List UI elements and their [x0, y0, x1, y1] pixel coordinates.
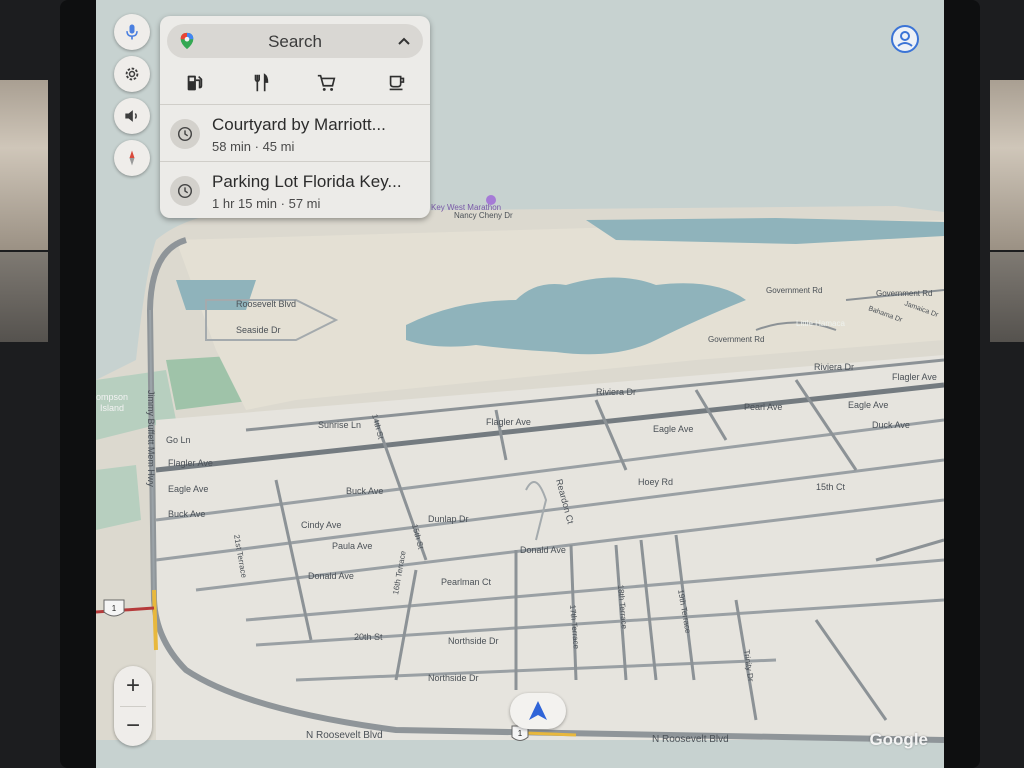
current-location-marker[interactable] — [510, 693, 566, 729]
sound-button[interactable] — [114, 98, 150, 134]
history-icon — [170, 119, 200, 149]
label-government-2: Government Rd — [876, 289, 932, 298]
label-flagler-mid: Flagler Ave — [486, 417, 531, 427]
label-buck-left: Buck Ave — [168, 509, 205, 519]
label-flagler-right: Flagler Ave — [892, 372, 937, 382]
label-little-hamaca: Little Hamaca — [796, 319, 845, 328]
label-dunlap: Dunlap Dr — [428, 514, 469, 524]
label-eagle-mid: Eagle Ave — [653, 424, 693, 434]
label-seaside: Seaside Dr — [236, 325, 281, 335]
label-go-ln: Go Ln — [166, 435, 191, 445]
label-duck: Duck Ave — [872, 420, 910, 430]
label-roosevelt-bottom-left: N Roosevelt Blvd — [306, 730, 383, 741]
voice-button[interactable] — [114, 14, 150, 50]
zoom-control: + − — [114, 666, 152, 746]
recent-destination-2[interactable]: Parking Lot Florida Key... 1 hr 15 min ·… — [160, 162, 430, 218]
label-riviera-right: Riviera Dr — [814, 362, 854, 372]
grocery-button[interactable] — [314, 70, 340, 96]
chevron-up-icon[interactable] — [397, 35, 411, 47]
microphone-icon — [126, 24, 138, 40]
label-thompson: ompson — [96, 392, 128, 402]
dashboard-trim-right-lower — [990, 252, 1024, 342]
coffee-button[interactable] — [384, 70, 410, 96]
label-cindy: Cindy Ave — [301, 520, 341, 530]
us1-shield-left: 1 — [103, 599, 125, 617]
gas-station-button[interactable] — [182, 70, 208, 96]
search-label: Search — [268, 32, 322, 51]
recent-destination-1[interactable]: Courtyard by Marriott... 58 min · 45 mi — [160, 105, 430, 161]
label-jimmy-buffett: Jimmy Buffett Mem Hwy — [146, 390, 156, 487]
label-15th-ct: 15th Ct — [816, 482, 846, 492]
label-government-3: Government Rd — [708, 335, 764, 344]
map-screen[interactable]: 1 1 Key West Marathon Jimmy Buffett Mem … — [96, 0, 944, 768]
label-roosevelt-top: Roosevelt Blvd — [236, 299, 296, 309]
label-roosevelt-bottom-right: N Roosevelt Blvd — [652, 734, 729, 745]
label-hoey: Hoey Rd — [638, 477, 673, 487]
label-riviera-mid: Riviera Dr — [596, 387, 636, 397]
label-government-1: Government Rd — [766, 286, 822, 295]
label-donald-left: Donald Ave — [308, 571, 354, 581]
label-eagle-left: Eagle Ave — [168, 484, 208, 494]
restaurant-button[interactable] — [248, 70, 274, 96]
search-panel: Search Courtyard by Marriott... 58 min ·… — [160, 16, 430, 218]
label-pearl: Pearl Ave — [744, 402, 782, 412]
gear-icon — [125, 67, 139, 81]
settings-button[interactable] — [114, 56, 150, 92]
restaurant-icon — [254, 73, 269, 92]
label-northside-mid: Northside Dr — [448, 636, 499, 646]
label-buck-mid: Buck Ave — [346, 486, 383, 496]
gas-station-icon — [187, 75, 203, 91]
compass-icon — [129, 150, 135, 166]
route-number-bottom: 1 — [518, 729, 523, 738]
dashboard-trim-left — [0, 80, 48, 250]
zoom-in-button[interactable]: + — [114, 666, 152, 706]
zoom-out-button[interactable]: − — [114, 706, 152, 746]
label-pearlman: Pearlman Ct — [441, 577, 492, 587]
label-paula: Paula Ave — [332, 541, 372, 551]
navigation-arrow-icon — [529, 701, 547, 720]
compass-button[interactable] — [114, 140, 150, 176]
route-number-left: 1 — [112, 604, 117, 613]
label-eagle-right: Eagle Ave — [848, 400, 888, 410]
label-20th-st: 20th St — [354, 632, 383, 642]
label-flagler-left: Flagler Ave — [168, 458, 213, 468]
recent-name: Courtyard by Marriott... — [212, 115, 386, 134]
category-row — [160, 68, 430, 100]
dashboard-trim-right — [990, 80, 1024, 250]
coffee-icon — [389, 75, 405, 91]
label-donald-mid: Donald Ave — [520, 545, 566, 555]
label-island: Island — [100, 403, 124, 413]
label-sunrise: Sunrise Ln — [318, 420, 361, 430]
shopping-cart-icon — [317, 74, 336, 91]
account-icon[interactable] — [890, 24, 920, 54]
dashboard-trim-left-lower — [0, 252, 48, 342]
recent-meta: 1 hr 15 min · 57 mi — [212, 196, 321, 211]
label-northside-low: Northside Dr — [428, 673, 479, 683]
history-icon — [170, 176, 200, 206]
google-attribution: Google — [869, 730, 928, 749]
recent-meta: 58 min · 45 mi — [212, 139, 295, 154]
recent-name: Parking Lot Florida Key... — [212, 172, 402, 191]
volume-icon — [125, 110, 137, 122]
search-bar[interactable]: Search — [167, 24, 423, 58]
label-nancy: Nancy Cheny Dr — [454, 211, 513, 220]
